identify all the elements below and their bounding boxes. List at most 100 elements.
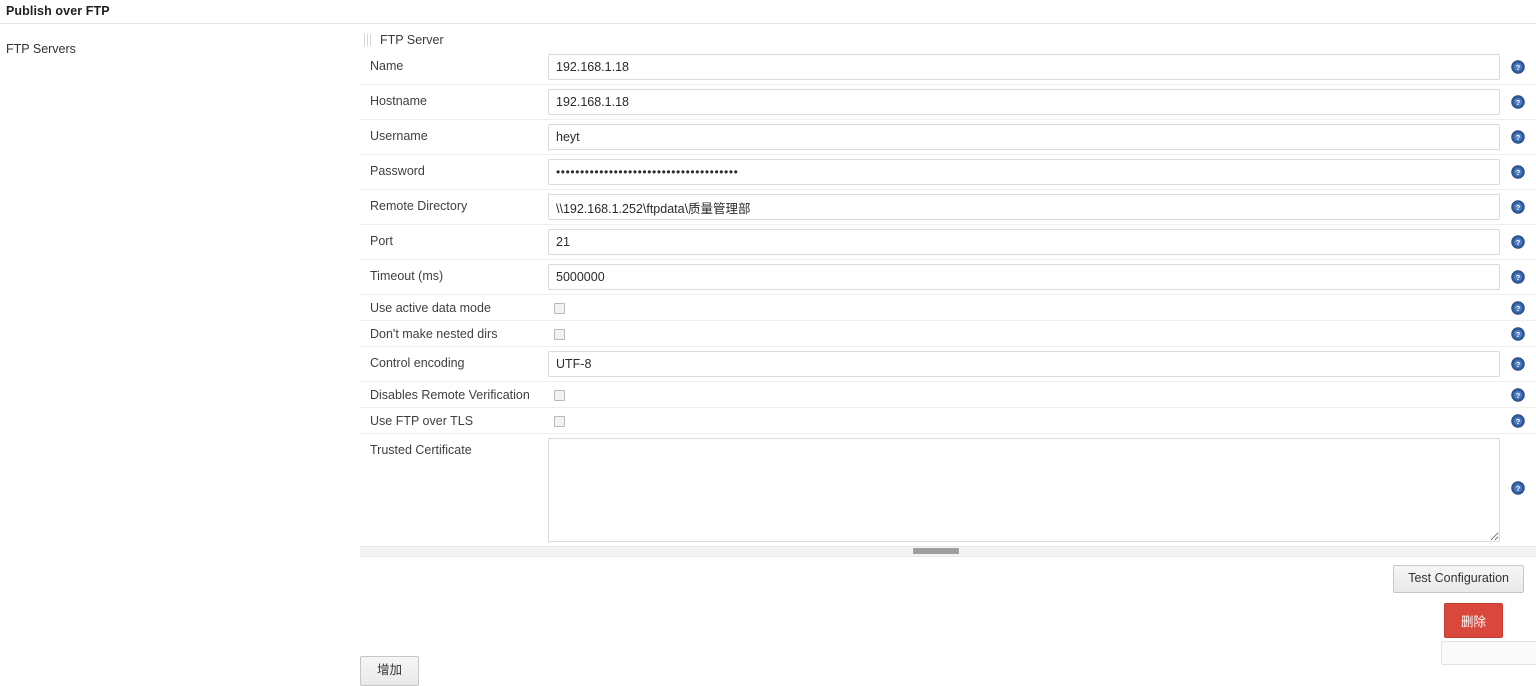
field-label-hostname: Hostname [370,94,427,108]
field-label-disables-remote-verification: Disables Remote Verification [370,388,530,402]
help-circle-icon[interactable]: ? [1511,235,1525,249]
port-input[interactable] [548,229,1500,255]
field-label-port: Port [370,234,393,248]
username-input[interactable] [548,124,1500,150]
hostname-input[interactable] [548,89,1500,115]
svg-text:?: ? [1516,133,1521,142]
svg-text:?: ? [1516,238,1521,247]
timeout-input[interactable] [548,264,1500,290]
help-cell-disables-remote-verification: ? [1500,382,1536,407]
help-circle-icon[interactable]: ? [1511,300,1525,315]
field-wrap-timeout [548,260,1500,294]
form-row-hostname: Hostname ? [360,85,1536,120]
field-wrap-username [548,120,1500,154]
help-circle-icon[interactable]: ? [1511,165,1525,179]
field-wrap-remote-directory [548,190,1500,224]
section-label: FTP Servers [6,42,76,56]
help-circle-icon[interactable]: ? [1511,60,1525,74]
svg-text:?: ? [1516,273,1521,282]
help-circle-icon[interactable]: ? [1511,200,1525,214]
field-wrap-disables-remote-verification [548,382,1500,407]
form-row-password: Password ? [360,155,1536,190]
svg-text:?: ? [1516,329,1521,338]
help-cell-name: ? [1500,50,1536,84]
block-header: FTP Server [360,24,1536,50]
add-button[interactable]: 增加 [360,655,420,686]
control-encoding-input[interactable] [548,351,1500,377]
form-row-control-encoding: Control encoding ? [360,347,1536,382]
block-title: FTP Server [380,33,444,47]
field-label-remote-directory: Remote Directory [370,199,468,213]
form-row-username: Username ? [360,120,1536,155]
add-row: 增加 [0,638,1536,686]
test-configuration-row: Test Configuration [360,557,1536,593]
ftp-servers-section: FTP Servers FTP Server Name ? Hostname [0,24,1536,638]
form-row-trusted-certificate: Trusted Certificate ? [360,434,1536,543]
help-circle-icon[interactable]: ? [1511,95,1525,109]
help-circle-icon[interactable]: ? [1511,270,1525,284]
help-cell-timeout: ? [1500,260,1536,294]
help-cell-hostname: ? [1500,85,1536,119]
remote-directory-input[interactable] [548,194,1500,220]
help-circle-icon[interactable]: ? [1511,357,1525,371]
svg-text:?: ? [1516,98,1521,107]
field-wrap-port [548,225,1500,259]
form-row-name: Name ? [360,50,1536,85]
field-wrap-ftp-over-tls [548,408,1500,433]
clipped-bottom-control[interactable] [1441,641,1536,665]
drag-handle-icon[interactable] [364,34,373,46]
trusted-certificate-textarea[interactable] [548,438,1500,542]
help-circle-icon[interactable]: ? [1511,130,1525,144]
delete-button[interactable]: 删除 [1443,602,1503,638]
ftp-server-block: FTP Server Name ? Hostname [360,24,1536,638]
test-configuration-button[interactable]: Test Configuration [1393,565,1524,593]
help-cell-nested-dirs: ? [1500,321,1536,346]
help-cell-remote-directory: ? [1500,190,1536,224]
help-circle-icon[interactable]: ? [1511,481,1525,495]
field-wrap-trusted-certificate [548,434,1500,542]
svg-text:?: ? [1516,303,1521,312]
form-row-port: Port ? [360,225,1536,260]
svg-text:?: ? [1516,203,1521,212]
delete-row: 删除 [360,593,1536,638]
help-circle-icon[interactable]: ? [1511,326,1525,341]
form-row-timeout: Timeout (ms) ? [360,260,1536,295]
field-label-username: Username [370,129,428,143]
help-cell-port: ? [1500,225,1536,259]
password-input[interactable] [548,159,1500,185]
field-wrap-name [548,50,1500,84]
help-cell-active-data-mode: ? [1500,295,1536,320]
field-label-control-encoding: Control encoding [370,356,465,370]
field-wrap-active-data-mode [548,295,1500,320]
help-circle-icon[interactable]: ? [1511,387,1525,402]
field-label-timeout: Timeout (ms) [370,269,444,283]
field-label-name: Name [370,59,404,73]
help-cell-ftp-over-tls: ? [1500,408,1536,433]
help-cell-username: ? [1500,120,1536,154]
page-title: Publish over FTP [6,4,110,18]
field-label-ftp-over-tls: Use FTP over TLS [370,414,474,428]
svg-text:?: ? [1516,484,1521,493]
field-wrap-control-encoding [548,347,1500,381]
form-row-remote-directory: Remote Directory ? [360,190,1536,225]
name-input[interactable] [548,54,1500,80]
form-row-disables-remote-verification: Disables Remote Verification ? [360,382,1536,408]
field-wrap-nested-dirs [548,321,1500,346]
ftp-over-tls-checkbox[interactable] [554,416,565,428]
horizontal-scrollbar[interactable] [360,546,1536,557]
svg-text:?: ? [1516,390,1521,399]
svg-text:?: ? [1516,168,1521,177]
scrollbar-thumb[interactable] [912,548,959,554]
field-wrap-hostname [548,85,1500,119]
field-wrap-password [548,155,1500,189]
field-label-trusted-certificate: Trusted Certificate [370,443,472,457]
svg-text:?: ? [1516,63,1521,72]
help-cell-control-encoding: ? [1500,347,1536,381]
nested-dirs-checkbox[interactable] [554,329,565,341]
disables-remote-verification-checkbox[interactable] [554,390,565,402]
form-row-active-data-mode: Use active data mode ? [360,295,1536,321]
help-circle-icon[interactable]: ? [1511,413,1525,428]
field-label-active-data-mode: Use active data mode [370,301,491,315]
field-label-nested-dirs: Don't make nested dirs [370,327,498,341]
active-data-mode-checkbox[interactable] [554,303,565,315]
